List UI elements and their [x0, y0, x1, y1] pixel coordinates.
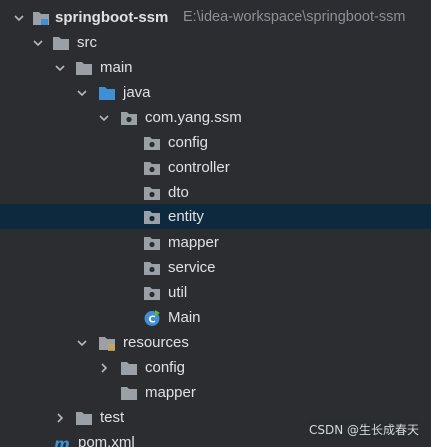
tree-row-src[interactable]: src [0, 30, 431, 55]
folder-icon [76, 62, 92, 75]
main-class-label: Main [168, 309, 201, 326]
chevron-down-icon[interactable] [32, 37, 44, 49]
mapper-label: mapper [168, 234, 219, 251]
folder-icon [76, 412, 92, 425]
tree-row-resources-config[interactable]: config [0, 355, 431, 380]
config-label: config [168, 134, 209, 151]
root-path: E:\idea-workspace\springboot-ssm [183, 9, 406, 25]
svg-text:C: C [148, 315, 155, 326]
svg-text:m: m [54, 435, 70, 447]
chevron-down-icon[interactable] [54, 62, 66, 74]
module-folder-icon [33, 12, 49, 25]
main-label: main [100, 59, 133, 76]
controller-label: controller [168, 159, 230, 176]
java-class-icon: C [144, 310, 160, 326]
chevron-right-icon[interactable] [54, 412, 66, 424]
package-icon [144, 262, 160, 275]
maven-icon: m [54, 435, 70, 447]
tree-row-service[interactable]: service [0, 255, 431, 280]
watermark: CSDN @生长成春天 [306, 420, 421, 439]
dto-label: dto [168, 184, 189, 201]
tree-row-main[interactable]: main [0, 55, 431, 80]
src-label: src [77, 34, 97, 51]
package-icon [144, 187, 160, 200]
source-folder-icon [99, 87, 115, 100]
chevron-down-icon[interactable] [13, 12, 25, 24]
service-label: service [168, 259, 216, 276]
tree-row-mapper[interactable]: mapper [0, 230, 431, 255]
root-label: springboot-ssm [55, 9, 169, 26]
folder-icon [121, 362, 137, 375]
resources-label: resources [123, 334, 189, 351]
package-icon [144, 211, 160, 224]
tree-row-controller[interactable]: controller [0, 155, 431, 180]
tree-row-config[interactable]: config [0, 130, 431, 155]
tree-row-dto[interactable]: dto [0, 180, 431, 205]
package-icon [121, 112, 137, 125]
project-tree: springboot-ssm E:\idea-workspace\springb… [0, 0, 431, 447]
chevron-down-icon[interactable] [98, 112, 110, 124]
chevron-down-icon[interactable] [76, 87, 88, 99]
resources-mapper-label: mapper [145, 384, 196, 401]
resources-folder-icon [99, 337, 115, 351]
chevron-right-icon[interactable] [98, 362, 110, 374]
java-label: java [123, 84, 151, 101]
package-icon [144, 162, 160, 175]
test-label: test [100, 409, 125, 426]
tree-row-root[interactable]: springboot-ssm E:\idea-workspace\springb… [0, 5, 431, 30]
resources-config-label: config [145, 359, 186, 376]
package-icon [144, 237, 160, 250]
tree-row-java[interactable]: java [0, 80, 431, 105]
folder-icon [121, 387, 137, 400]
tree-row-resources[interactable]: resources [0, 330, 431, 355]
tree-row-util[interactable]: util [0, 280, 431, 305]
entity-label: entity [168, 208, 204, 225]
package-icon [144, 137, 160, 150]
package-label: com.yang.ssm [145, 109, 242, 126]
tree-row-package[interactable]: com.yang.ssm [0, 105, 431, 130]
util-label: util [168, 284, 188, 301]
pom-label: pom.xml [78, 434, 135, 447]
tree-row-main-class[interactable]: C Main [0, 305, 431, 330]
chevron-down-icon[interactable] [76, 337, 88, 349]
tree-row-entity[interactable]: entity [0, 204, 431, 229]
folder-icon [53, 37, 69, 50]
tree-row-resources-mapper[interactable]: mapper [0, 380, 431, 405]
package-icon [144, 287, 160, 300]
